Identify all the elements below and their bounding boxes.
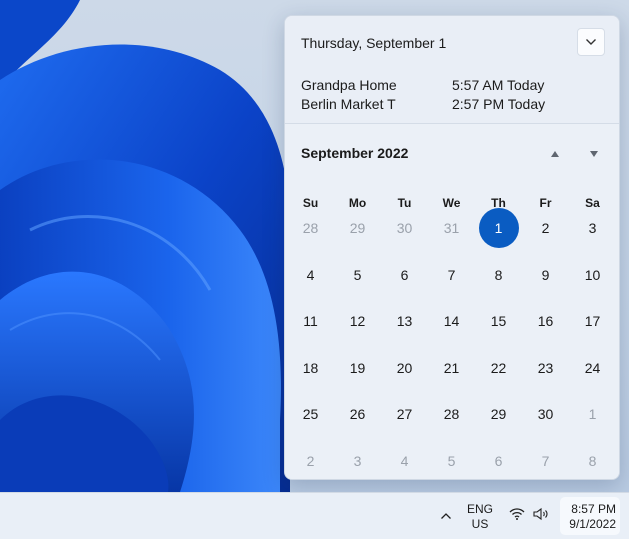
- calendar-day[interactable]: 15: [479, 301, 519, 341]
- next-month-button[interactable]: [586, 146, 602, 162]
- calendar-day[interactable]: 2: [526, 208, 566, 248]
- collapse-button[interactable]: [577, 28, 605, 56]
- calendar-day[interactable]: 13: [385, 301, 425, 341]
- calendar-day[interactable]: 28: [291, 208, 331, 248]
- calendar-day[interactable]: 18: [291, 348, 331, 388]
- calendar-day[interactable]: 28: [432, 394, 472, 434]
- keyboard-layout: US: [471, 517, 489, 531]
- calendar-day[interactable]: 6: [479, 441, 519, 479]
- previous-month-button[interactable]: [547, 146, 563, 162]
- calendar-day[interactable]: 11: [291, 301, 331, 341]
- agenda-item[interactable]: Grandpa Home 5:57 AM Today: [301, 77, 591, 95]
- chevron-down-icon: [585, 33, 597, 51]
- calendar-day[interactable]: 12: [338, 301, 378, 341]
- clock-date: 9/1/2022: [569, 517, 616, 531]
- calendar-day[interactable]: 7: [526, 441, 566, 479]
- calendar-day[interactable]: 4: [385, 441, 425, 479]
- calendar-day[interactable]: 14: [432, 301, 472, 341]
- volume-icon: [533, 507, 549, 526]
- calendar-flyout: Thursday, September 1 Grandpa Home 5:57 …: [284, 15, 620, 480]
- calendar-day[interactable]: 5: [432, 441, 472, 479]
- calendar-day[interactable]: 25: [291, 394, 331, 434]
- triangle-down-icon: [589, 145, 599, 163]
- event-name: Berlin Market T: [301, 96, 396, 112]
- calendar-day[interactable]: 17: [573, 301, 613, 341]
- calendar-day[interactable]: 19: [338, 348, 378, 388]
- calendar-day[interactable]: 30: [385, 208, 425, 248]
- calendar-day[interactable]: 5: [338, 255, 378, 295]
- calendar-day[interactable]: 4: [291, 255, 331, 295]
- calendar-day[interactable]: 20: [385, 348, 425, 388]
- wifi-icon: [509, 507, 525, 526]
- calendar-day[interactable]: 8: [573, 441, 613, 479]
- calendar-day[interactable]: 16: [526, 301, 566, 341]
- calendar-day[interactable]: 22: [479, 348, 519, 388]
- triangle-up-icon: [550, 145, 560, 163]
- calendar-day[interactable]: 3: [573, 208, 613, 248]
- event-name: Grandpa Home: [301, 77, 397, 93]
- clock-button[interactable]: 8:57 PM 9/1/2022: [560, 497, 620, 535]
- month-title[interactable]: September 2022: [301, 145, 408, 161]
- calendar-day[interactable]: 6: [385, 255, 425, 295]
- clock-time: 8:57 PM: [571, 502, 616, 516]
- chevron-up-icon: [440, 507, 452, 525]
- calendar-day[interactable]: 9: [526, 255, 566, 295]
- event-time: 5:57 AM Today: [452, 77, 545, 93]
- calendar-day[interactable]: 31: [432, 208, 472, 248]
- calendar-day[interactable]: 29: [479, 394, 519, 434]
- taskbar: ENG US 8:57 PM 9/1/2022: [0, 492, 629, 539]
- show-hidden-icons-button[interactable]: [433, 500, 459, 532]
- calendar-day[interactable]: 8: [479, 255, 519, 295]
- agenda-item[interactable]: Berlin Market T 2:57 PM Today: [301, 96, 591, 114]
- notification-header: Thursday, September 1 Grandpa Home 5:57 …: [285, 16, 619, 124]
- calendar-day[interactable]: 3: [338, 441, 378, 479]
- calendar-day[interactable]: 29: [338, 208, 378, 248]
- quick-settings-button[interactable]: [503, 502, 555, 530]
- calendar: September 2022 Su Mo Tu We Th Fr Sa 28 29 30 31 1 2…: [285, 124, 619, 479]
- event-time: 2:57 PM Today: [452, 96, 546, 112]
- calendar-day[interactable]: 23: [526, 348, 566, 388]
- calendar-day[interactable]: 10: [573, 255, 613, 295]
- calendar-day[interactable]: 21: [432, 348, 472, 388]
- calendar-day[interactable]: 7: [432, 255, 472, 295]
- calendar-day[interactable]: 1: [573, 394, 613, 434]
- calendar-day[interactable]: 26: [338, 394, 378, 434]
- calendar-day[interactable]: 30: [526, 394, 566, 434]
- calendar-day[interactable]: 24: [573, 348, 613, 388]
- calendar-day[interactable]: 2: [291, 441, 331, 479]
- language-code: ENG: [466, 502, 493, 516]
- input-language-indicator[interactable]: ENG US: [462, 502, 498, 532]
- date-title: Thursday, September 1: [301, 35, 447, 51]
- calendar-day[interactable]: 27: [385, 394, 425, 434]
- calendar-day-today[interactable]: 1: [478, 208, 519, 248]
